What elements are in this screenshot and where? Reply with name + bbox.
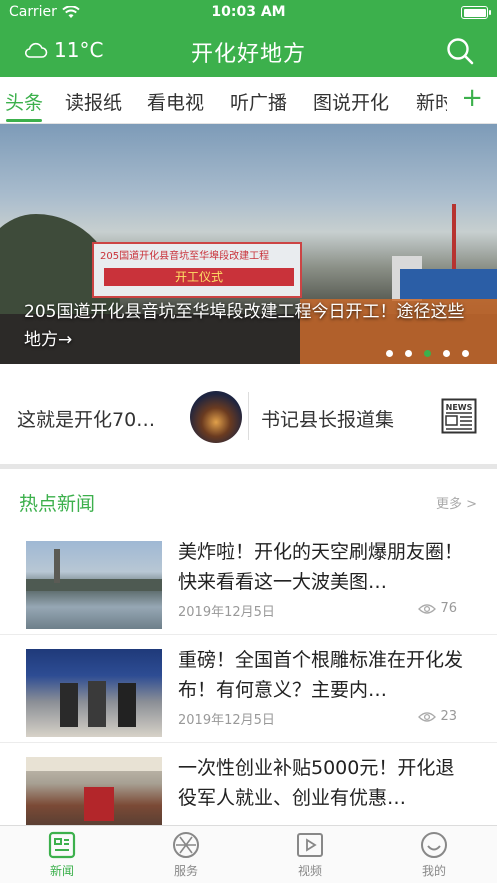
status-bar: Carrier 10:03 AM (0, 0, 497, 26)
banner-sign-text: 205国道开化县音坑至华埠段改建工程 (100, 251, 270, 262)
banner-tent (400, 269, 497, 299)
page-title: 开化好地方 (190, 42, 306, 67)
promo-row: 这就是开化70… 书记县长报道集 NEWS (0, 364, 497, 464)
tab-headlines[interactable]: 头条 (5, 88, 43, 115)
news-list-item[interactable]: 美炸啦！开化的天空刷爆朋友圈！快来看看这一大波美图… 2019年12月5日 76 (0, 527, 497, 635)
promo-divider (248, 392, 249, 440)
nav-service-label: 服务 (173, 864, 198, 878)
news-list-item[interactable]: 重磅！全国首个根雕标准在开化发布！有何意义？主要内… 2019年12月5日 23 (0, 635, 497, 743)
pagination-dot-active[interactable] (424, 350, 431, 357)
banner-sign-sub: 开工仪式 (174, 270, 223, 284)
video-icon (297, 833, 323, 857)
news-views: 23 (418, 709, 457, 724)
nav-profile-label: 我的 (421, 864, 446, 878)
banner-sign: 205国道开化县音坑至华埠段改建工程 开工仪式 (92, 242, 302, 298)
headline-banner[interactable]: 205国道开化县音坑至华埠段改建工程 开工仪式 205国道开化县音坑至华埠段改建… (0, 124, 497, 364)
svg-text:NEWS: NEWS (446, 403, 473, 412)
profile-icon (421, 832, 447, 858)
eye-icon (418, 711, 437, 722)
top-bar: Carrier 10:03 AM 11°C 开化好地方 (0, 0, 497, 77)
nav-video-label: 视频 (297, 864, 322, 878)
hot-news-header: 热点新闻 更多 > (0, 469, 497, 525)
pagination-dot[interactable] (405, 350, 412, 357)
news-title: 重磅！全国首个根雕标准在开化发布！有何意义？主要内… (178, 649, 464, 701)
service-icon (173, 832, 199, 858)
nav-service[interactable]: 服务 (146, 830, 226, 879)
promo-feature-thumbnail[interactable] (190, 391, 242, 443)
tab-tv[interactable]: 看电视 (147, 88, 204, 115)
eye-icon (418, 603, 437, 614)
news-title: 美炸啦！开化的天空刷爆朋友圈！快来看看这一大波美图… (178, 541, 464, 593)
news-date: 2019年12月5日 (178, 713, 275, 728)
hot-news-title: 热点新闻 (19, 493, 96, 515)
news-icon (48, 831, 76, 859)
pagination-dot[interactable] (443, 350, 450, 357)
news-thumbnail (26, 541, 162, 629)
bottom-nav: 新闻 服务 视频 我的 (0, 825, 497, 883)
tab-newspaper[interactable]: 读报纸 (65, 88, 122, 115)
search-icon[interactable] (445, 36, 475, 66)
nav-news[interactable]: 新闻 (22, 830, 102, 879)
tab-radio[interactable]: 听广播 (230, 88, 287, 115)
news-date: 2019年12月5日 (178, 605, 275, 620)
newspaper-icon[interactable]: NEWS (441, 398, 477, 434)
status-time: 10:03 AM (211, 4, 286, 20)
news-thumbnail (26, 649, 162, 737)
banner-pagination (386, 350, 469, 357)
active-tab-indicator (6, 119, 42, 122)
news-view-count: 23 (440, 709, 457, 724)
banner-caption: 205国道开化县音坑至华埠段改建工程今日开工！途径这些地方→ (24, 302, 465, 350)
pagination-dot[interactable] (462, 350, 469, 357)
nav-profile[interactable]: 我的 (394, 830, 474, 879)
banner-sign-stripe: 开工仪式 (104, 268, 294, 286)
app-header: 11°C 开化好地方 (0, 26, 497, 77)
category-tabs: 头条 读报纸 看电视 听广播 图说开化 新时 + (0, 77, 497, 124)
news-title: 一次性创业补贴5000元！开化退役军人就业、创业有优惠… (178, 757, 455, 809)
battery-icon (461, 6, 491, 19)
promo-report-link[interactable]: 书记县长报道集 (261, 405, 394, 432)
more-link[interactable]: 更多 > (436, 493, 477, 512)
news-views: 76 (418, 601, 457, 616)
nav-video[interactable]: 视频 (270, 830, 350, 879)
add-tab-button[interactable]: + (461, 85, 483, 111)
tab-photo-story[interactable]: 图说开化 (313, 88, 389, 115)
pagination-dot[interactable] (386, 350, 393, 357)
promo-feature-link[interactable]: 这就是开化70… (17, 405, 155, 432)
news-view-count: 76 (440, 601, 457, 616)
nav-news-label: 新闻 (49, 864, 74, 878)
